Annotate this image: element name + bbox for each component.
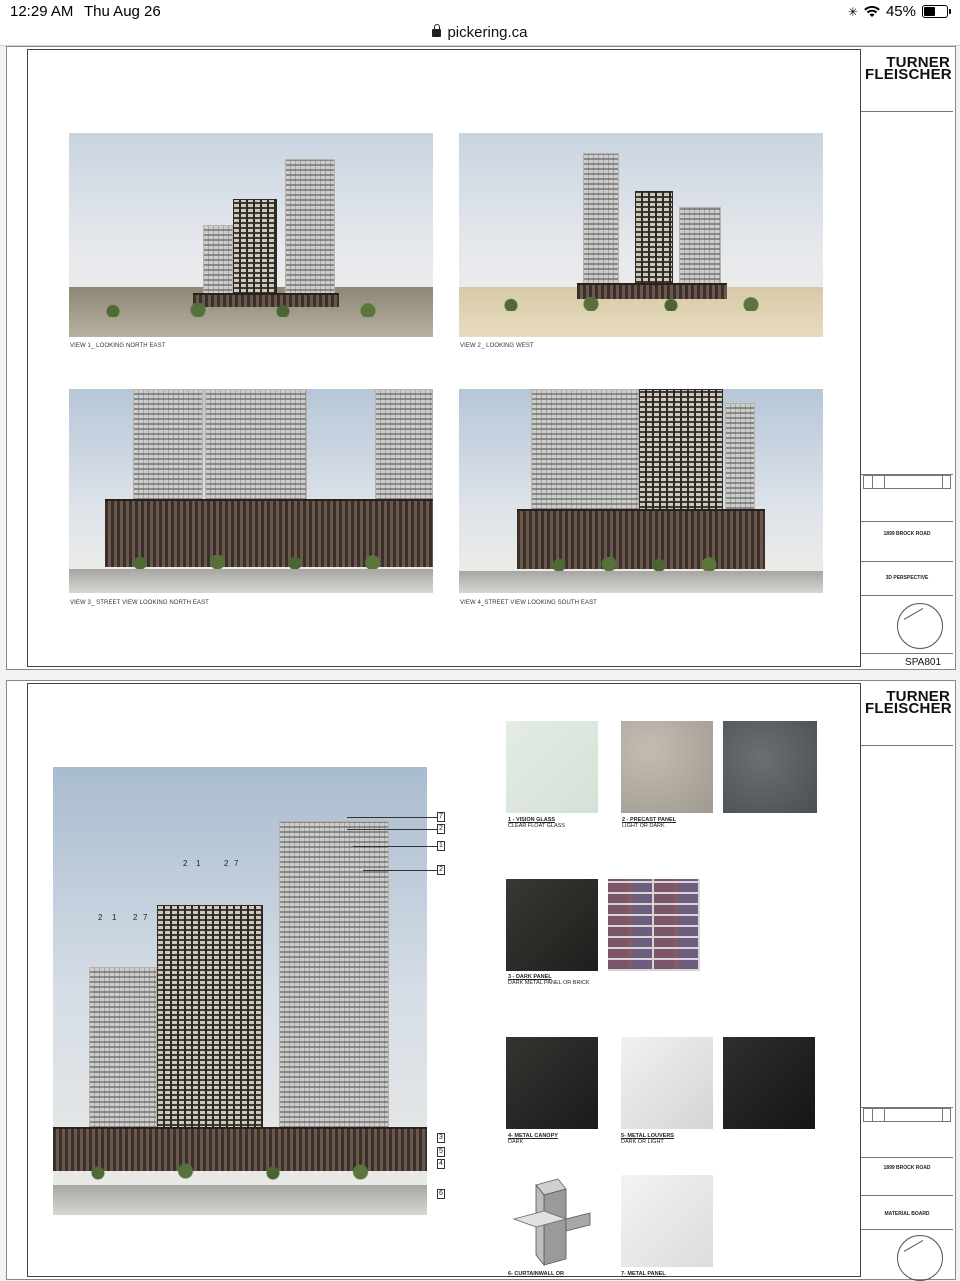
title-block: TURNER FLEISCHER 1899 BROCK ROAD 3D PERS…	[860, 49, 953, 668]
material-callout: 1	[437, 841, 445, 851]
material-callout: 2	[437, 824, 445, 834]
loading-icon: ✳	[847, 4, 858, 19]
battery-percent: 45%	[885, 3, 916, 20]
rendering-view-3	[69, 389, 433, 593]
material-label: 5- METAL LOUVERS DARK OR LIGHT	[621, 1133, 674, 1145]
elevation-rendering	[53, 767, 427, 1215]
firm-logo: TURNER FLEISCHER	[865, 54, 952, 83]
material-callout: 5	[437, 1147, 445, 1157]
material-label: 6- CURTAINWALL OR	[508, 1271, 565, 1277]
material-callout: 6	[437, 1189, 445, 1199]
firm-logo: TURNER FLEISCHER	[865, 688, 952, 717]
battery-icon	[922, 5, 951, 18]
swatch-precast-panel	[621, 721, 713, 813]
material-label: 7- METAL PANEL	[621, 1271, 666, 1277]
swatch-dark-precast	[723, 721, 817, 813]
status-bar: 12:29 AM Thu Aug 26 ✳ 45%	[0, 0, 960, 24]
status-right: ✳ 45%	[847, 3, 951, 20]
rendering-view-1	[69, 133, 433, 337]
revision-table	[863, 475, 951, 489]
material-label: 3 - DARK PANEL DARK METAL PANEL OR BRICK	[508, 974, 590, 986]
url-text: pickering.ca	[447, 24, 528, 41]
material-label: 2 - PRECAST PANEL LIGHT OR DARK	[622, 817, 676, 829]
address-bar[interactable]: pickering.ca	[0, 24, 960, 46]
tower-label: 2	[98, 913, 103, 922]
engineer-stamp	[897, 1235, 943, 1281]
lock-icon	[432, 24, 442, 38]
swatch-vision-glass	[506, 721, 598, 813]
swatch-dark-panel	[506, 879, 598, 971]
rendering-view-2	[459, 133, 823, 337]
material-callout: 7	[437, 812, 445, 822]
drawing-sheet-3d-perspective: VIEW 1_ LOOKING NORTH EAST VIEW 2_ LOOKI…	[6, 46, 956, 670]
tower-label: 2	[133, 913, 138, 922]
drawing-sheet-material-board: 2 1 2 7 2 1 2 7 7 2 1 2 3 5 4 6 1 - VISI…	[6, 680, 956, 1281]
material-label: 4- METAL CANOPY DARK	[508, 1133, 558, 1145]
swatch-metal-louvers	[621, 1037, 713, 1129]
title-block: TURNER FLEISCHER 1899 BROCK ROAD MATERIA…	[860, 683, 953, 1281]
material-callout: 4	[437, 1159, 445, 1169]
project-name: 1899 BROCK ROAD	[883, 531, 931, 537]
engineer-stamp	[897, 603, 943, 649]
drawing-title: 3D PERSPECTIVE	[885, 575, 929, 581]
view-4-caption: VIEW 4_STREET VIEW LOOKING SOUTH EAST	[460, 600, 597, 606]
view-3-caption: VIEW 3_ STREET VIEW LOOKING NORTH EAST	[70, 600, 209, 606]
swatch-brick	[608, 879, 700, 971]
swatch-metal-canopy	[506, 1037, 598, 1129]
tower-label: 7	[234, 859, 239, 868]
tower-label: 1	[196, 859, 201, 868]
swatch-metal-panel	[621, 1175, 713, 1267]
tower-label: 7	[143, 913, 148, 922]
tower-label: 2	[224, 859, 229, 868]
material-callout: 3	[437, 1133, 445, 1143]
material-label: 1 - VISION GLASS CLEAR FLOAT GLASS	[508, 817, 565, 829]
drawing-title: MATERIAL BOARD	[884, 1211, 930, 1217]
status-time: 12:29 AM	[10, 3, 74, 20]
tower-label: 1	[112, 913, 117, 922]
rendering-view-4	[459, 389, 823, 593]
view-1-caption: VIEW 1_ LOOKING NORTH EAST	[70, 343, 166, 349]
view-2-caption: VIEW 2_ LOOKING WEST	[460, 343, 534, 349]
material-callout: 2	[437, 865, 445, 875]
revision-table	[863, 1108, 951, 1122]
sheet-number: SPA801	[905, 657, 941, 668]
swatch-dark-louvers	[723, 1037, 815, 1129]
project-name: 1899 BROCK ROAD	[883, 1165, 931, 1171]
wifi-icon	[864, 5, 880, 17]
status-date: Thu Aug 26	[84, 3, 161, 20]
tower-label: 2	[183, 859, 188, 868]
curtainwall-detail-icon	[512, 1178, 591, 1267]
